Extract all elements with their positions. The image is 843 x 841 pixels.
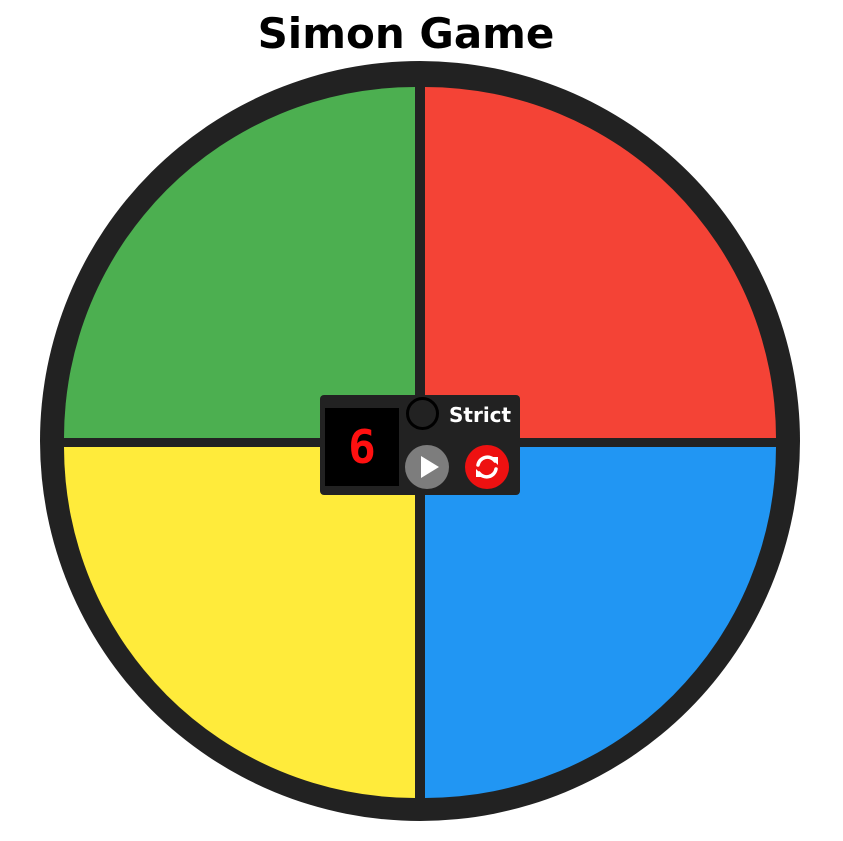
red-pad[interactable] (425, 87, 776, 438)
green-pad[interactable] (64, 87, 415, 438)
page-title: Simon Game (257, 9, 555, 58)
strict-toggle[interactable] (406, 397, 439, 430)
yellow-pad[interactable] (64, 447, 415, 798)
refresh-icon (476, 455, 498, 479)
start-button[interactable] (405, 445, 449, 489)
reset-button[interactable] (465, 445, 509, 489)
play-icon (421, 456, 439, 478)
control-panel: 6 Strict (320, 395, 520, 495)
strict-label: Strict (449, 403, 512, 427)
count-display: 6 (325, 408, 399, 486)
blue-pad[interactable] (425, 447, 776, 798)
